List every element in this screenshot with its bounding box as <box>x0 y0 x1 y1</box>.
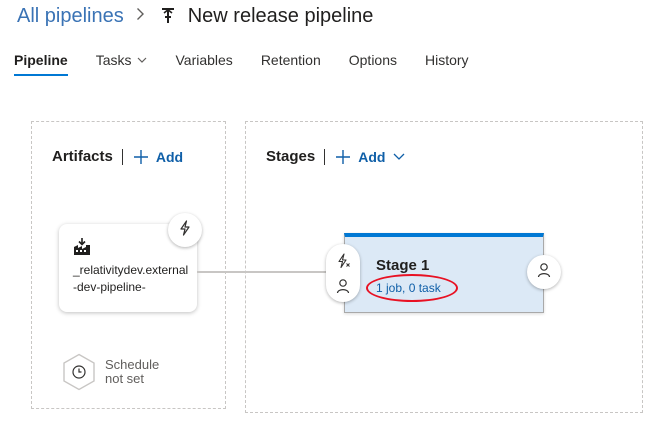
tab-history[interactable]: History <box>411 46 483 74</box>
all-pipelines-link[interactable]: All pipelines <box>17 5 124 28</box>
chevron-right-icon <box>136 7 145 26</box>
tab-options[interactable]: Options <box>335 46 411 74</box>
build-icon <box>72 237 92 262</box>
plus-icon <box>335 149 351 165</box>
add-stage-button[interactable]: Add <box>335 149 405 165</box>
stage-card[interactable]: Stage 1 1 job, 0 task <box>344 233 544 313</box>
tab-pipeline[interactable]: Pipeline <box>0 46 82 76</box>
lightning-icon <box>178 219 192 241</box>
tab-variables[interactable]: Variables <box>161 46 246 74</box>
tab-options-label: Options <box>348 52 397 68</box>
add-artifact-label: Add <box>155 148 184 165</box>
add-stage-label: Add <box>358 148 386 165</box>
clock-icon <box>62 353 96 391</box>
stages-title: Stages <box>266 148 316 165</box>
plus-icon <box>133 149 149 165</box>
chevron-down-icon[interactable] <box>393 153 405 160</box>
chevron-down-icon <box>137 57 147 63</box>
add-artifact-button[interactable]: Add <box>133 149 183 165</box>
breadcrumb: All pipelines New release pipeline <box>17 2 373 30</box>
release-pipeline-icon <box>158 6 178 26</box>
pre-deployment-trigger-icon[interactable] <box>335 252 351 269</box>
highlight-annotation <box>366 274 458 302</box>
tab-tasks[interactable]: Tasks <box>82 46 162 74</box>
schedule-trigger[interactable]: Schedule not set <box>62 353 175 391</box>
tab-retention[interactable]: Retention <box>247 46 335 74</box>
pre-deployment-conditions <box>326 244 360 302</box>
tab-pipeline-label: Pipeline <box>14 52 68 68</box>
page-title: New release pipeline <box>187 4 374 27</box>
tab-retention-label: Retention <box>260 52 321 68</box>
continuous-deployment-trigger-button[interactable] <box>168 213 202 247</box>
user-icon <box>537 262 551 283</box>
artifacts-header: Artifacts Add <box>52 148 183 165</box>
artifact-name: _relativitydev.external-dev-pipeline- <box>73 263 189 294</box>
pre-deployment-approvers-icon[interactable] <box>336 278 350 294</box>
tab-variables-label: Variables <box>175 52 233 68</box>
schedule-label: Schedule not set <box>105 357 160 386</box>
tab-tasks-label: Tasks <box>95 52 132 68</box>
post-deployment-approvers-button[interactable] <box>527 255 561 289</box>
stages-header: Stages Add <box>266 148 405 165</box>
header-divider <box>121 148 123 165</box>
artifacts-title: Artifacts <box>52 148 113 165</box>
stage-name: Stage 1 <box>376 257 430 274</box>
tab-history-label: History <box>425 52 469 68</box>
tab-bar: Pipeline Tasks Variables Retention Optio… <box>0 46 483 76</box>
header-divider <box>324 148 326 165</box>
